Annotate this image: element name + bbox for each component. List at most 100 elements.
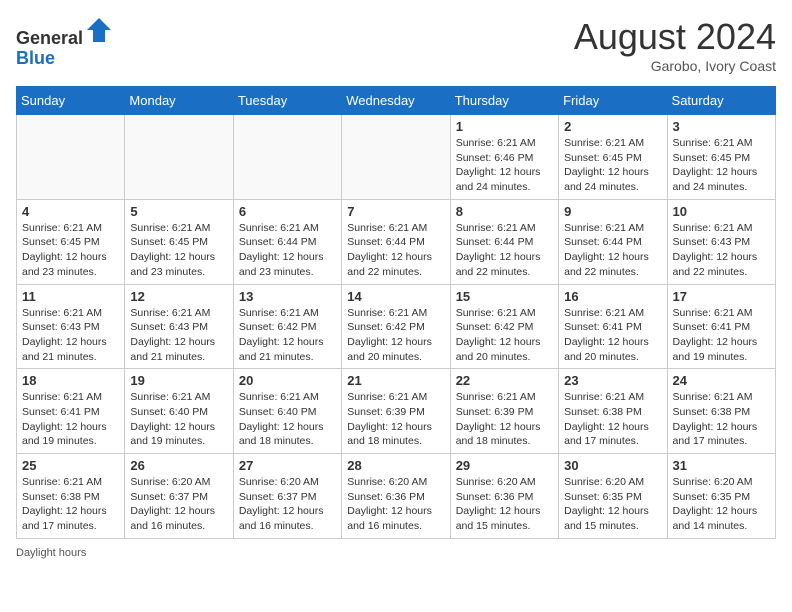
calendar-cell: 14 Sunrise: 6:21 AM Sunset: 6:42 PM Dayli… — [342, 284, 450, 369]
calendar-cell: 20 Sunrise: 6:21 AM Sunset: 6:40 PM Dayli… — [233, 369, 341, 454]
day-info: Sunrise: 6:21 AM Sunset: 6:38 PM Dayligh… — [22, 475, 119, 534]
day-info: Sunrise: 6:21 AM Sunset: 6:43 PM Dayligh… — [22, 306, 119, 365]
day-number: 30 — [564, 458, 661, 473]
day-info: Sunrise: 6:21 AM Sunset: 6:38 PM Dayligh… — [564, 390, 661, 449]
month-year: August 2024 — [574, 16, 776, 58]
calendar-cell: 15 Sunrise: 6:21 AM Sunset: 6:42 PM Dayli… — [450, 284, 558, 369]
day-of-week-header: Sunday — [17, 87, 125, 115]
day-of-week-header: Friday — [559, 87, 667, 115]
calendar-cell: 1Sunrise: 6:21 AM Sunset: 6:46 PM Daylig… — [450, 115, 558, 200]
calendar-cell: 19 Sunrise: 6:21 AM Sunset: 6:40 PM Dayli… — [125, 369, 233, 454]
calendar-body: 1Sunrise: 6:21 AM Sunset: 6:46 PM Daylig… — [17, 115, 776, 539]
day-number: 27 — [239, 458, 336, 473]
calendar-cell — [233, 115, 341, 200]
calendar-week-row: 4 Sunrise: 6:21 AM Sunset: 6:45 PM Daylig… — [17, 199, 776, 284]
day-number: 20 — [239, 373, 336, 388]
day-of-week-header: Thursday — [450, 87, 558, 115]
day-number: 13 — [239, 289, 336, 304]
footnote: Daylight hours — [16, 547, 776, 559]
calendar-cell: 7 Sunrise: 6:21 AM Sunset: 6:44 PM Daylig… — [342, 199, 450, 284]
day-number: 19 — [130, 373, 227, 388]
day-number: 26 — [130, 458, 227, 473]
day-number: 16 — [564, 289, 661, 304]
calendar-cell: 4 Sunrise: 6:21 AM Sunset: 6:45 PM Daylig… — [17, 199, 125, 284]
location: Garobo, Ivory Coast — [574, 58, 776, 74]
day-number: 29 — [456, 458, 553, 473]
day-number: 14 — [347, 289, 444, 304]
day-info: Sunrise: 6:20 AM Sunset: 6:37 PM Dayligh… — [239, 475, 336, 534]
calendar-cell: 25 Sunrise: 6:21 AM Sunset: 6:38 PM Dayli… — [17, 454, 125, 539]
calendar-cell: 9Sunrise: 6:21 AM Sunset: 6:44 PM Daylig… — [559, 199, 667, 284]
calendar-week-row: 18Sunrise: 6:21 AM Sunset: 6:41 PM Dayli… — [17, 369, 776, 454]
calendar-week-row: 25 Sunrise: 6:21 AM Sunset: 6:38 PM Dayli… — [17, 454, 776, 539]
day-info: Sunrise: 6:21 AM Sunset: 6:42 PM Dayligh… — [456, 306, 553, 365]
calendar-cell — [342, 115, 450, 200]
day-number: 31 — [673, 458, 770, 473]
calendar-cell: 5 Sunrise: 6:21 AM Sunset: 6:45 PM Daylig… — [125, 199, 233, 284]
calendar-cell: 13 Sunrise: 6:21 AM Sunset: 6:42 PM Dayli… — [233, 284, 341, 369]
calendar-cell: 18Sunrise: 6:21 AM Sunset: 6:41 PM Dayli… — [17, 369, 125, 454]
day-info: Sunrise: 6:20 AM Sunset: 6:35 PM Dayligh… — [673, 475, 770, 534]
calendar-cell: 16 Sunrise: 6:21 AM Sunset: 6:41 PM Dayli… — [559, 284, 667, 369]
day-info: Sunrise: 6:20 AM Sunset: 6:36 PM Dayligh… — [456, 475, 553, 534]
calendar-cell: 8 Sunrise: 6:21 AM Sunset: 6:44 PM Daylig… — [450, 199, 558, 284]
logo-general-text: General — [16, 28, 83, 48]
day-number: 10 — [673, 204, 770, 219]
calendar-cell: 30 Sunrise: 6:20 AM Sunset: 6:35 PM Dayli… — [559, 454, 667, 539]
day-number: 22 — [456, 373, 553, 388]
day-number: 21 — [347, 373, 444, 388]
day-number: 17 — [673, 289, 770, 304]
day-number: 25 — [22, 458, 119, 473]
logo-icon — [85, 16, 113, 44]
calendar-cell: 11 Sunrise: 6:21 AM Sunset: 6:43 PM Dayli… — [17, 284, 125, 369]
day-info: Sunrise: 6:21 AM Sunset: 6:41 PM Dayligh… — [673, 306, 770, 365]
day-info: Sunrise: 6:21 AM Sunset: 6:43 PM Dayligh… — [673, 221, 770, 280]
day-info: Sunrise: 6:21 AM Sunset: 6:44 PM Dayligh… — [564, 221, 661, 280]
day-number: 2 — [564, 119, 661, 134]
calendar-cell — [17, 115, 125, 200]
day-info: Sunrise: 6:20 AM Sunset: 6:36 PM Dayligh… — [347, 475, 444, 534]
calendar-cell: 24Sunrise: 6:21 AM Sunset: 6:38 PM Dayli… — [667, 369, 775, 454]
calendar-header-row: SundayMondayTuesdayWednesdayThursdayFrid… — [17, 87, 776, 115]
day-number: 6 — [239, 204, 336, 219]
day-info: Sunrise: 6:21 AM Sunset: 6:44 PM Dayligh… — [347, 221, 444, 280]
calendar: SundayMondayTuesdayWednesdayThursdayFrid… — [16, 86, 776, 539]
day-info: Sunrise: 6:20 AM Sunset: 6:35 PM Dayligh… — [564, 475, 661, 534]
logo-blue-text: Blue — [16, 48, 55, 68]
day-number: 3 — [673, 119, 770, 134]
day-number: 15 — [456, 289, 553, 304]
day-info: Sunrise: 6:21 AM Sunset: 6:44 PM Dayligh… — [239, 221, 336, 280]
day-number: 28 — [347, 458, 444, 473]
calendar-header: SundayMondayTuesdayWednesdayThursdayFrid… — [17, 87, 776, 115]
day-info: Sunrise: 6:21 AM Sunset: 6:42 PM Dayligh… — [347, 306, 444, 365]
day-info: Sunrise: 6:21 AM Sunset: 6:45 PM Dayligh… — [130, 221, 227, 280]
day-number: 8 — [456, 204, 553, 219]
title-block: August 2024 Garobo, Ivory Coast — [574, 16, 776, 74]
header: General Blue August 2024 Garobo, Ivory C… — [16, 16, 776, 74]
day-info: Sunrise: 6:21 AM Sunset: 6:44 PM Dayligh… — [456, 221, 553, 280]
day-info: Sunrise: 6:21 AM Sunset: 6:43 PM Dayligh… — [130, 306, 227, 365]
day-number: 18 — [22, 373, 119, 388]
day-number: 5 — [130, 204, 227, 219]
calendar-cell: 31 Sunrise: 6:20 AM Sunset: 6:35 PM Dayli… — [667, 454, 775, 539]
day-number: 12 — [130, 289, 227, 304]
calendar-cell: 2Sunrise: 6:21 AM Sunset: 6:45 PM Daylig… — [559, 115, 667, 200]
day-info: Sunrise: 6:21 AM Sunset: 6:39 PM Dayligh… — [347, 390, 444, 449]
day-info: Sunrise: 6:21 AM Sunset: 6:42 PM Dayligh… — [239, 306, 336, 365]
calendar-cell: 10 Sunrise: 6:21 AM Sunset: 6:43 PM Dayli… — [667, 199, 775, 284]
calendar-week-row: 11 Sunrise: 6:21 AM Sunset: 6:43 PM Dayli… — [17, 284, 776, 369]
day-number: 7 — [347, 204, 444, 219]
day-info: Sunrise: 6:21 AM Sunset: 6:39 PM Dayligh… — [456, 390, 553, 449]
calendar-week-row: 1Sunrise: 6:21 AM Sunset: 6:46 PM Daylig… — [17, 115, 776, 200]
day-number: 11 — [22, 289, 119, 304]
day-info: Sunrise: 6:21 AM Sunset: 6:40 PM Dayligh… — [239, 390, 336, 449]
day-info: Sunrise: 6:21 AM Sunset: 6:38 PM Dayligh… — [673, 390, 770, 449]
day-number: 4 — [22, 204, 119, 219]
calendar-cell: 22 Sunrise: 6:21 AM Sunset: 6:39 PM Dayli… — [450, 369, 558, 454]
calendar-cell — [125, 115, 233, 200]
day-info: Sunrise: 6:21 AM Sunset: 6:41 PM Dayligh… — [564, 306, 661, 365]
day-info: Sunrise: 6:21 AM Sunset: 6:45 PM Dayligh… — [22, 221, 119, 280]
day-info: Sunrise: 6:21 AM Sunset: 6:40 PM Dayligh… — [130, 390, 227, 449]
calendar-cell: 29 Sunrise: 6:20 AM Sunset: 6:36 PM Dayli… — [450, 454, 558, 539]
day-info: Sunrise: 6:21 AM Sunset: 6:45 PM Dayligh… — [673, 136, 770, 195]
